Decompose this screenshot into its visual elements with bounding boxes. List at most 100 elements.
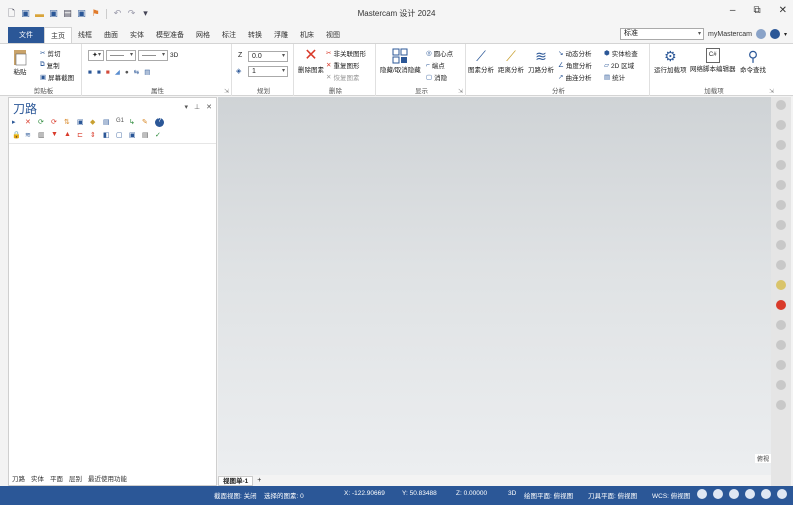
move-up-icon[interactable]: ▲ — [64, 131, 73, 140]
display-select-icon[interactable]: ▢ — [116, 131, 125, 140]
lock-icon[interactable]: 🔒 — [12, 131, 21, 140]
attributes-launcher-icon[interactable]: ⇲ — [224, 88, 229, 95]
angle-analysis-button[interactable]: ∠ 角度分析 — [558, 60, 592, 70]
restore-entities-button[interactable]: ✕ 恢复图素 — [326, 72, 359, 82]
show-tool-icon[interactable]: ▤ — [142, 131, 151, 140]
mask-annotation-icon[interactable] — [776, 400, 786, 410]
material-icon[interactable]: ● — [125, 69, 129, 76]
solid-check-button[interactable]: ⬢ 实体检查 — [604, 48, 638, 58]
distance-analysis-button[interactable]: ⟋ 距离分析 — [498, 48, 524, 74]
tab-relief[interactable]: 浮雕 — [268, 27, 294, 43]
graphics-viewport[interactable]: 俯视 — [218, 97, 771, 475]
pin-icon[interactable]: ⊥ — [194, 103, 200, 111]
g1-icon[interactable]: G1 — [116, 118, 125, 127]
insert-arrow-icon[interactable]: ⊏ — [77, 131, 86, 140]
mask-dimensions-icon[interactable] — [776, 200, 786, 210]
account-icon[interactable] — [755, 29, 766, 39]
surface-color-icon[interactable]: ◢ — [115, 68, 120, 76]
save-as-icon[interactable]: ▣ — [48, 8, 59, 19]
panel-tab-solids[interactable]: 实体 — [31, 473, 44, 483]
duplicate-button[interactable]: ✕ 重复图形 — [326, 60, 359, 70]
mode-3d-toggle[interactable]: 3D — [508, 490, 516, 497]
help-icon[interactable] — [769, 29, 780, 39]
panel-tab-recent[interactable]: 最近使用功能 — [88, 473, 127, 483]
endpoint-button[interactable]: ⌐ 端点 — [426, 60, 445, 71]
restore-button[interactable]: ⧉ — [753, 5, 760, 16]
line-width-combo[interactable]: ―― — [138, 50, 168, 61]
section-view-status[interactable]: 截面视图: 关闭 — [214, 490, 257, 500]
curvature-analysis-button[interactable]: ↗ 曲连分析 — [558, 72, 591, 82]
panel-tab-levels[interactable]: 层别 — [69, 473, 82, 483]
dynamic-analysis-button[interactable]: ↘ 动态分析 — [558, 48, 591, 58]
regen-dirty-icon[interactable]: ⟳ — [51, 118, 60, 127]
flag-icon[interactable]: ⚑ — [90, 8, 101, 19]
undo-icon[interactable]: ↶ — [112, 8, 123, 19]
only-display-icon[interactable]: ◧ — [103, 131, 112, 140]
sphere-icon[interactable] — [761, 489, 771, 499]
view-cube-icon[interactable] — [713, 489, 723, 499]
shading-icon[interactable] — [729, 489, 739, 499]
blank-button[interactable]: ▢ 消隐 — [426, 72, 447, 82]
panel-help-icon[interactable]: ? — [155, 118, 164, 127]
entity-analysis-button[interactable]: ⟋ 图素分析 — [468, 48, 494, 74]
panel-tab-planes[interactable]: 平面 — [50, 473, 63, 483]
render-icon[interactable] — [777, 489, 787, 499]
mask-surfaces-icon[interactable] — [776, 220, 786, 230]
toolpath-edit-icon[interactable]: ✎ — [142, 118, 151, 127]
mask-meshes-icon[interactable] — [776, 260, 786, 270]
layout-combo[interactable]: 标准 — [620, 28, 705, 40]
statistics-button[interactable]: ▤ 统计 — [604, 72, 625, 82]
run-addin-button[interactable]: ⚙ 运行加载项 — [654, 48, 687, 74]
panel-tab-toolpaths[interactable]: 刀路 — [12, 473, 25, 483]
new-file-icon[interactable]: 🗋 — [6, 8, 17, 19]
move-insert-icon[interactable]: ⇕ — [90, 131, 99, 140]
level-input[interactable]: 1 — [248, 66, 288, 77]
z-depth-input[interactable]: 0.0 — [248, 51, 288, 62]
point-color-icon[interactable]: ■ — [88, 69, 92, 76]
cplane-status[interactable]: 绘图平面: 俯视图 — [524, 490, 573, 500]
display-launcher-icon[interactable]: ⇲ — [458, 88, 463, 95]
mask-results-icon[interactable] — [776, 340, 786, 350]
post-icon[interactable]: ▤ — [103, 118, 112, 127]
delete-entities-button[interactable]: ✕ 删除图素 — [298, 48, 324, 75]
unrelated-button[interactable]: ✂ 非关联图形 — [326, 48, 366, 58]
minimize-button[interactable]: – — [730, 5, 736, 16]
command-finder-button[interactable]: ⚲ 命令查找 — [740, 48, 766, 74]
customize-qat-icon[interactable]: ▾ — [140, 8, 151, 19]
wireframe-view-icon[interactable] — [745, 489, 755, 499]
mask-colorred-icon[interactable] — [776, 300, 786, 310]
line-color-icon[interactable]: ■ — [97, 69, 101, 76]
tab-model-prep[interactable]: 模型准备 — [150, 27, 190, 43]
addins-launcher-icon[interactable]: ⇲ — [769, 88, 774, 95]
select-failed-icon[interactable]: ✕ — [25, 118, 34, 127]
viewsheet-tab-1[interactable]: 视图单-1 — [218, 475, 254, 486]
cut-button[interactable]: ✂ 剪切 — [40, 48, 60, 58]
wcs-icon[interactable]: ✓ — [155, 131, 164, 140]
close-button[interactable]: ✕ — [779, 5, 787, 16]
save-icon[interactable]: ▣ — [20, 8, 31, 19]
area-2d-button[interactable]: ▱ 2D 区域 — [604, 60, 634, 70]
simulate-icon[interactable]: ◆ — [90, 118, 99, 127]
add-viewsheet-button[interactable]: + — [253, 477, 265, 484]
tab-mesh[interactable]: 网格 — [190, 27, 216, 43]
mask-solids-icon[interactable] — [776, 240, 786, 250]
tab-home[interactable]: 主页 — [44, 27, 72, 44]
toolpath-analysis-button[interactable]: ≋ 刀路分析 — [528, 48, 554, 74]
tab-annotation[interactable]: 标注 — [216, 27, 242, 43]
paste-button[interactable]: 粘贴 — [12, 48, 28, 76]
toggle-display-icon[interactable]: ≋ — [25, 131, 34, 140]
mask-arcs-icon[interactable] — [776, 160, 786, 170]
solid-color-icon[interactable]: ■ — [106, 69, 110, 76]
panel-close-icon[interactable]: ✕ — [206, 103, 212, 111]
regen-icon[interactable]: ⟳ — [38, 118, 47, 127]
mask-group-icon[interactable] — [776, 360, 786, 370]
set-all-icon[interactable]: ▤ — [144, 68, 150, 76]
redo-icon[interactable]: ↷ — [126, 8, 137, 19]
tplane-status[interactable]: 刀具平面: 俯视图 — [588, 490, 637, 500]
globe-icon[interactable] — [697, 489, 707, 499]
wcs-status[interactable]: WCS: 俯视图 — [652, 490, 690, 500]
tab-transform[interactable]: 转换 — [242, 27, 268, 43]
line-style-combo[interactable]: ―― — [106, 50, 136, 61]
tab-view[interactable]: 视图 — [320, 27, 346, 43]
user-name[interactable]: myMastercam — [708, 31, 752, 38]
